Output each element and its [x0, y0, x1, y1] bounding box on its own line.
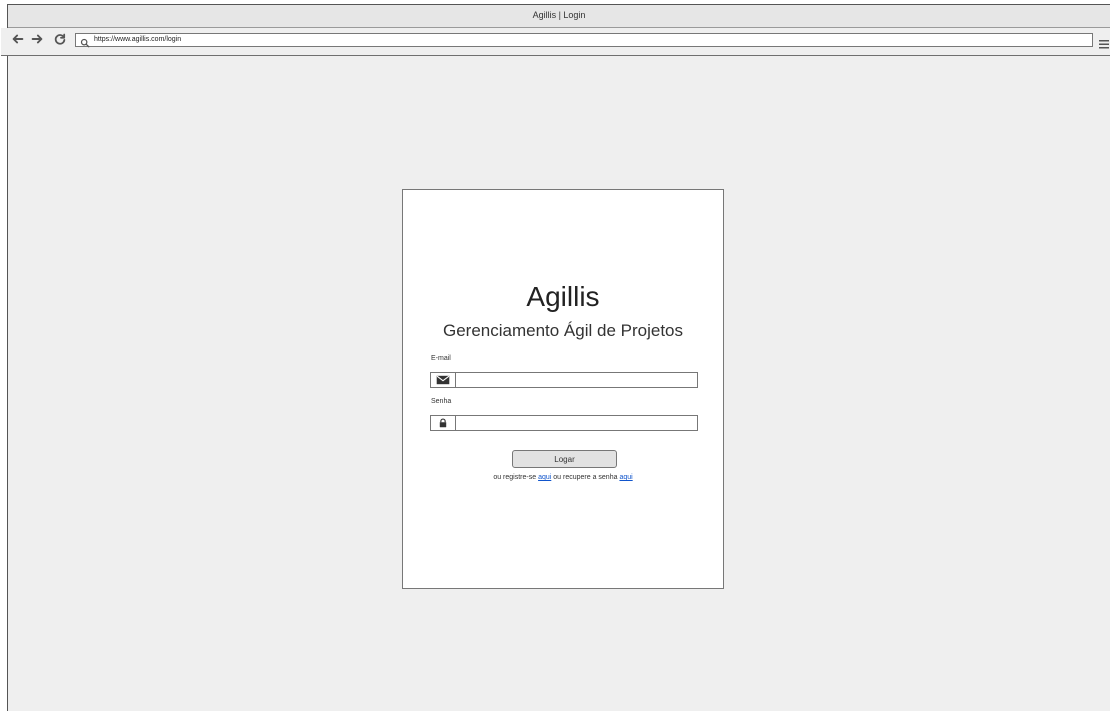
login-card: Agillis Gerenciamento Ágil de Projetos E… [402, 189, 724, 589]
browser-toolbar: https://www.agillis.com/login [1, 28, 1110, 56]
reload-icon[interactable] [52, 31, 68, 47]
auth-links: ou registre-se aqui ou recupere a senha … [403, 474, 723, 481]
register-link[interactable]: aqui [538, 474, 551, 481]
hamburger-menu-icon[interactable] [1099, 36, 1109, 49]
password-field [430, 415, 698, 431]
forward-icon[interactable] [29, 31, 45, 47]
envelope-icon [431, 373, 456, 387]
email-input[interactable] [456, 373, 697, 387]
address-bar[interactable]: https://www.agillis.com/login [75, 33, 1093, 48]
lock-icon [431, 416, 456, 430]
password-label: Senha [431, 398, 452, 405]
search-icon [80, 35, 90, 48]
browser-window: Agillis | Login https://www.agillis.com/… [1, 4, 1110, 711]
url-text: https://www.agillis.com/login [94, 36, 182, 43]
login-button[interactable]: Logar [512, 450, 617, 468]
brand-title: Agillis [526, 281, 600, 312]
recover-text: ou recupere a senha [553, 474, 618, 481]
brand-subtitle: Gerenciamento Ágil de Projetos [442, 321, 684, 340]
back-icon[interactable] [10, 31, 26, 47]
password-input[interactable] [456, 416, 697, 430]
recover-password-link[interactable]: aqui [619, 474, 632, 481]
register-text: ou registre-se [493, 474, 537, 481]
window-title: Agillis | Login [8, 5, 1110, 28]
email-field [430, 372, 698, 388]
email-label: E-mail [431, 355, 451, 362]
